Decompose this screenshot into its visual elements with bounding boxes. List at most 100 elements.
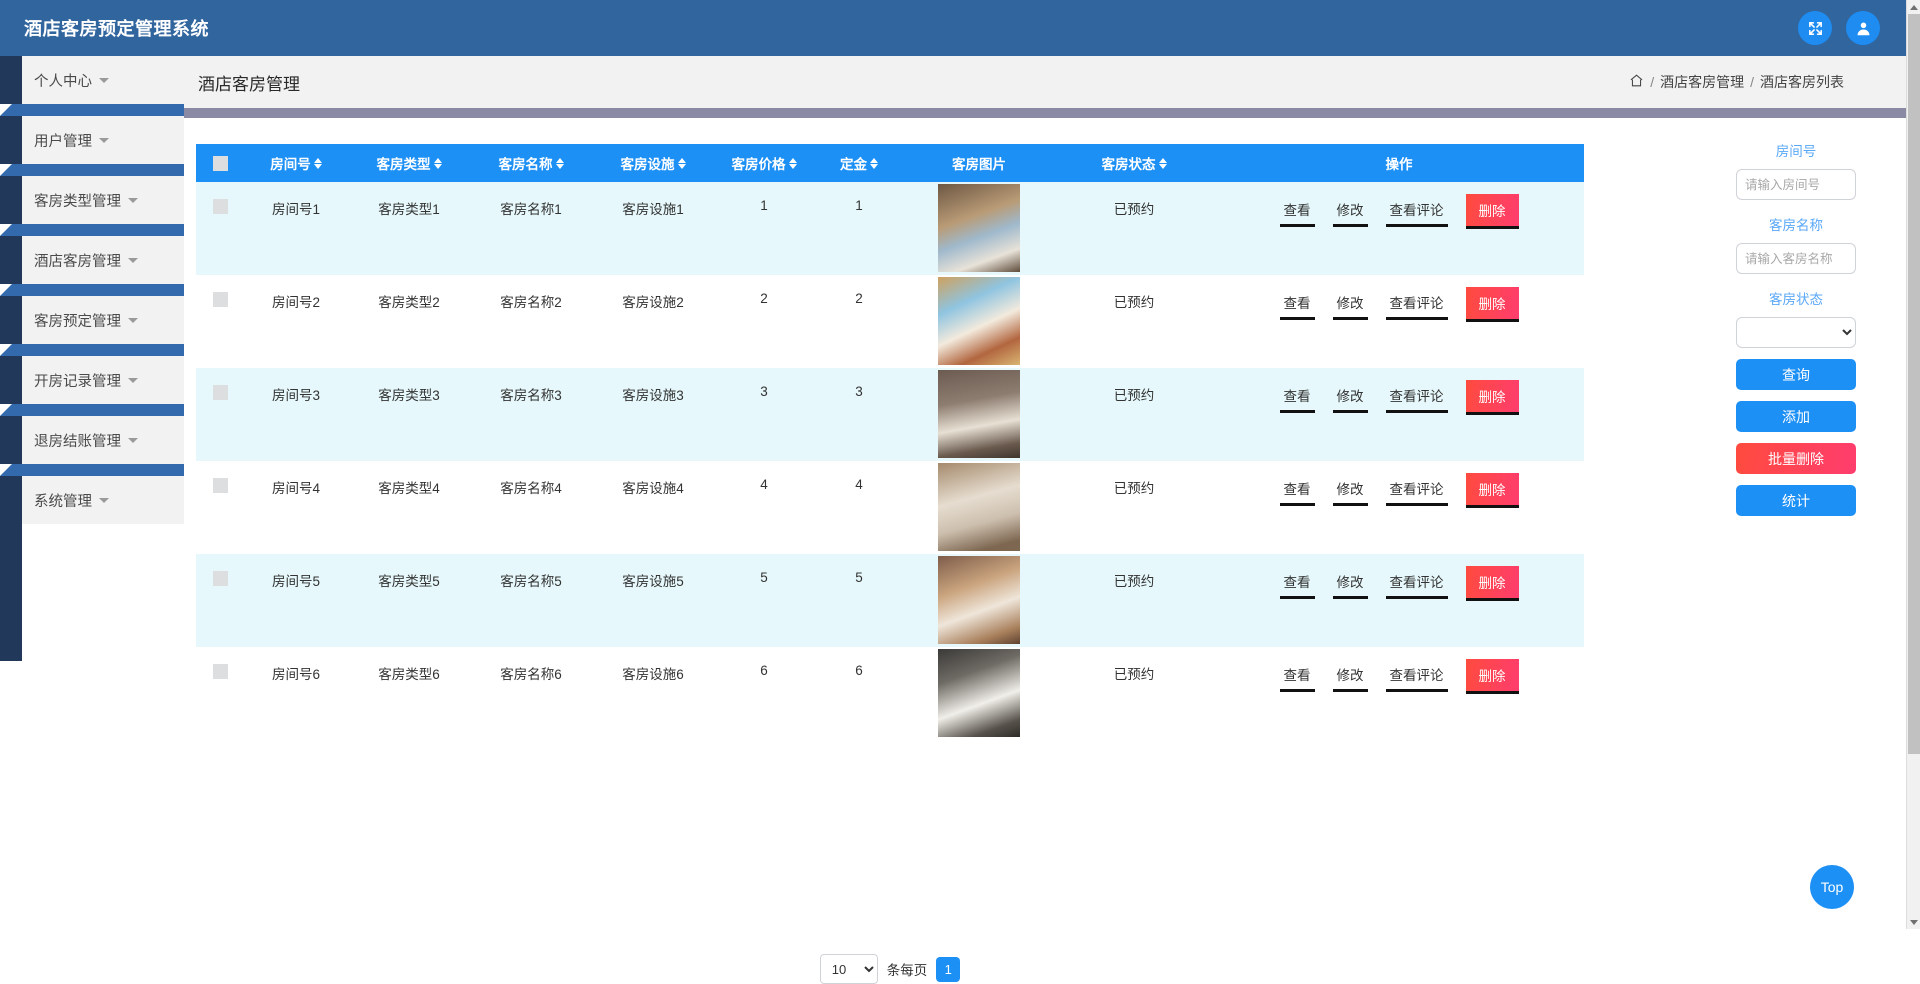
page-size-select[interactable]: 10 20 50 100 xyxy=(820,954,878,984)
room-thumbnail[interactable] xyxy=(938,277,1020,365)
cell-facility: 客房设施1 xyxy=(592,182,714,275)
cell-room-no: 房间号4 xyxy=(244,461,348,554)
cell-operations: 查看 修改 查看评论 删除 xyxy=(1214,368,1584,461)
column-header-room-type[interactable]: 客房类型 xyxy=(348,144,470,182)
view-button[interactable]: 查看 xyxy=(1280,662,1315,692)
view-comments-button[interactable]: 查看评论 xyxy=(1386,662,1448,692)
view-button[interactable]: 查看 xyxy=(1280,569,1315,599)
breadcrumb-parent[interactable]: 酒店客房管理 xyxy=(1660,72,1744,92)
sidebar-item-personal-center[interactable]: 个人中心 xyxy=(22,56,184,104)
row-checkbox[interactable] xyxy=(213,385,228,400)
page-number-1[interactable]: 1 xyxy=(936,957,960,982)
view-comments-button[interactable]: 查看评论 xyxy=(1386,290,1448,320)
scrollbar-thumb[interactable] xyxy=(1908,14,1920,754)
view-button[interactable]: 查看 xyxy=(1280,476,1315,506)
room-thumbnail[interactable] xyxy=(938,556,1020,644)
cell-room-name: 客房名称5 xyxy=(470,554,592,647)
room-thumbnail[interactable] xyxy=(938,370,1020,458)
cell-room-type: 客房类型2 xyxy=(348,275,470,368)
sidebar-item-room-booking-management[interactable]: 客房预定管理 xyxy=(22,296,184,344)
sort-icon[interactable] xyxy=(314,158,322,169)
sidebar-item-user-management[interactable]: 用户管理 xyxy=(22,116,184,164)
column-header-room-no[interactable]: 房间号 xyxy=(244,144,348,182)
cell-room-name: 客房名称1 xyxy=(470,182,592,275)
view-comments-button[interactable]: 查看评论 xyxy=(1386,476,1448,506)
delete-button[interactable]: 删除 xyxy=(1466,380,1519,415)
column-header-deposit[interactable]: 定金 xyxy=(814,144,904,182)
sidebar-item-hotel-room-management[interactable]: 酒店客房管理 xyxy=(22,236,184,284)
sort-icon[interactable] xyxy=(556,158,564,169)
column-label: 客房设施 xyxy=(621,153,675,173)
column-header-room-name[interactable]: 客房名称 xyxy=(470,144,592,182)
room-status-select[interactable]: 已预约 未预约 已入住 xyxy=(1736,317,1856,348)
room-no-input[interactable] xyxy=(1736,169,1856,200)
delete-button[interactable]: 删除 xyxy=(1466,287,1519,322)
view-button[interactable]: 查看 xyxy=(1280,383,1315,413)
view-comments-button[interactable]: 查看评论 xyxy=(1386,569,1448,599)
cell-operations: 查看 修改 查看评论 删除 xyxy=(1214,275,1584,368)
table-row: 房间号3 客房类型3 客房名称3 客房设施3 3 3 已预约 查看 修改 查看 xyxy=(196,368,1584,461)
row-checkbox[interactable] xyxy=(213,292,228,307)
row-checkbox[interactable] xyxy=(213,664,228,679)
column-header-price[interactable]: 客房价格 xyxy=(714,144,814,182)
room-thumbnail[interactable] xyxy=(938,649,1020,737)
view-comments-button[interactable]: 查看评论 xyxy=(1386,383,1448,413)
sort-icon[interactable] xyxy=(678,158,686,169)
user-menu-button[interactable] xyxy=(1846,11,1880,45)
room-thumbnail[interactable] xyxy=(938,463,1020,551)
delete-button[interactable]: 删除 xyxy=(1466,194,1519,229)
fullscreen-button[interactable] xyxy=(1798,11,1832,45)
view-button[interactable]: 查看 xyxy=(1280,290,1315,320)
select-all-checkbox[interactable] xyxy=(213,156,228,171)
batch-delete-button[interactable]: 批量删除 xyxy=(1736,443,1856,474)
row-select-cell xyxy=(196,461,244,554)
page-scrollbar[interactable] xyxy=(1906,0,1920,929)
home-icon[interactable] xyxy=(1629,73,1644,91)
cell-room-no: 房间号1 xyxy=(244,182,348,275)
cell-status: 已预约 xyxy=(1054,368,1214,461)
sidebar-item-checkout-settlement-management[interactable]: 退房结账管理 xyxy=(22,416,184,464)
delete-button[interactable]: 删除 xyxy=(1466,566,1519,601)
sidebar-item-system-management[interactable]: 系统管理 xyxy=(22,476,184,524)
cell-price: 5 xyxy=(714,554,814,647)
room-name-input[interactable] xyxy=(1736,243,1856,274)
edit-button[interactable]: 修改 xyxy=(1333,476,1368,506)
edit-button[interactable]: 修改 xyxy=(1333,569,1368,599)
edit-button[interactable]: 修改 xyxy=(1333,662,1368,692)
cell-room-image xyxy=(904,182,1054,275)
scroll-up-arrow-icon[interactable] xyxy=(1907,0,1920,14)
column-header-status[interactable]: 客房状态 xyxy=(1054,144,1214,182)
row-select-cell xyxy=(196,275,244,368)
delete-button[interactable]: 删除 xyxy=(1466,473,1519,508)
row-checkbox[interactable] xyxy=(213,478,228,493)
sort-icon[interactable] xyxy=(789,158,797,169)
statistics-button[interactable]: 统计 xyxy=(1736,485,1856,516)
row-checkbox[interactable] xyxy=(213,199,228,214)
view-button[interactable]: 查看 xyxy=(1280,197,1315,227)
sort-icon[interactable] xyxy=(1159,158,1167,169)
sort-icon[interactable] xyxy=(870,158,878,169)
room-thumbnail[interactable] xyxy=(938,184,1020,272)
row-select-cell xyxy=(196,368,244,461)
sidebar-divider xyxy=(0,404,184,416)
edit-button[interactable]: 修改 xyxy=(1333,290,1368,320)
column-label: 定金 xyxy=(840,153,867,173)
row-checkbox[interactable] xyxy=(213,571,228,586)
add-button[interactable]: 添加 xyxy=(1736,401,1856,432)
sidebar-divider xyxy=(0,284,184,296)
search-button[interactable]: 查询 xyxy=(1736,359,1856,390)
row-select-cell xyxy=(196,182,244,275)
edit-button[interactable]: 修改 xyxy=(1333,197,1368,227)
column-header-facility[interactable]: 客房设施 xyxy=(592,144,714,182)
scroll-down-arrow-icon[interactable] xyxy=(1907,915,1920,929)
column-label: 客房名称 xyxy=(499,153,553,173)
edit-button[interactable]: 修改 xyxy=(1333,383,1368,413)
back-to-top-button[interactable]: Top xyxy=(1810,865,1854,909)
view-comments-button[interactable]: 查看评论 xyxy=(1386,197,1448,227)
sidebar-item-checkin-record-management[interactable]: 开房记录管理 xyxy=(22,356,184,404)
sidebar-item-room-type-management[interactable]: 客房类型管理 xyxy=(22,176,184,224)
sort-icon[interactable] xyxy=(434,158,442,169)
delete-button[interactable]: 删除 xyxy=(1466,659,1519,694)
column-label: 房间号 xyxy=(270,153,311,173)
sidebar-item-label: 酒店客房管理 xyxy=(34,250,121,271)
